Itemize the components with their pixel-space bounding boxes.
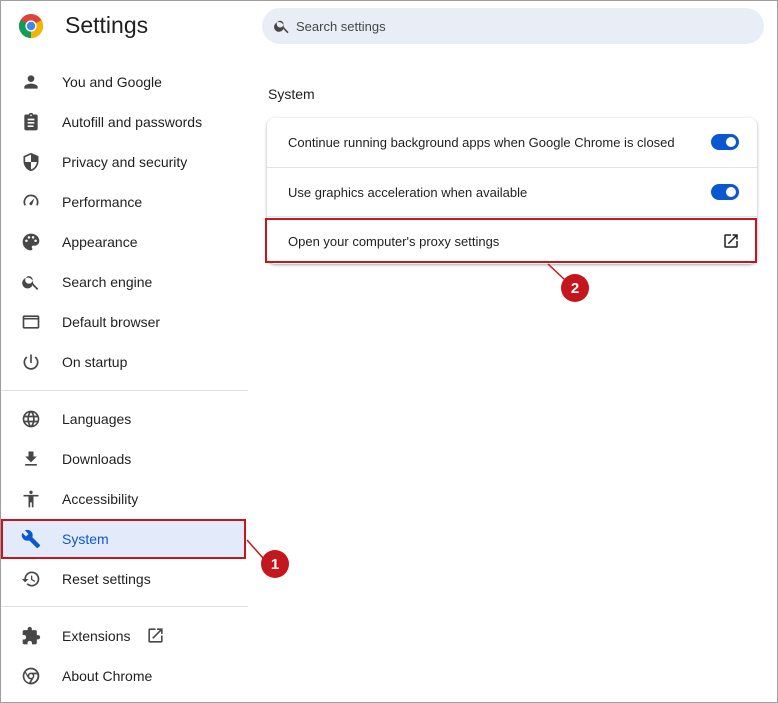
section-title: System [268, 86, 315, 102]
proxy-highlight-box [265, 218, 757, 263]
setting-row-background-apps[interactable]: Continue running background apps when Go… [267, 118, 757, 167]
toggle-knob [726, 187, 736, 197]
sidebar-item-performance[interactable]: Performance [1, 182, 246, 222]
sidebar-item-default-browser[interactable]: Default browser [1, 302, 246, 342]
sidebar-item-label: Reset settings [62, 571, 151, 587]
sidebar-item-search-engine[interactable]: Search engine [1, 262, 246, 302]
sidebar-item-on-startup[interactable]: On startup [1, 342, 246, 382]
sidebar-item-privacy[interactable]: Privacy and security [1, 142, 246, 182]
speedometer-icon [21, 192, 41, 212]
chrome-logo-icon [18, 13, 44, 39]
sidebar-item-extensions[interactable]: Extensions [1, 616, 246, 656]
sidebar-item-reset-settings[interactable]: Reset settings [1, 559, 246, 599]
puzzle-icon [21, 626, 41, 646]
person-icon [21, 72, 41, 92]
setting-row-graphics-acceleration[interactable]: Use graphics acceleration when available [267, 167, 757, 217]
toggle-knob [726, 137, 736, 147]
sidebar-item-label: Privacy and security [62, 154, 188, 170]
palette-icon [21, 232, 41, 252]
history-icon [21, 569, 41, 589]
sidebar-item-languages[interactable]: Languages [1, 399, 246, 439]
sidebar-item-system[interactable]: System [1, 519, 246, 559]
sidebar-item-appearance[interactable]: Appearance [1, 222, 246, 262]
chrome-icon [21, 666, 41, 686]
sidebar-item-about-chrome[interactable]: About Chrome [1, 656, 246, 696]
wrench-icon [21, 529, 41, 549]
annotation-badge-1: 1 [261, 550, 289, 578]
sidebar-divider [1, 606, 248, 607]
sidebar-item-label: About Chrome [62, 668, 153, 684]
sidebar-item-accessibility[interactable]: Accessibility [1, 479, 246, 519]
sidebar-item-label: You and Google [62, 74, 162, 90]
download-icon [21, 449, 41, 469]
clipboard-icon [21, 112, 41, 132]
globe-icon [21, 409, 41, 429]
sidebar-item-label: Autofill and passwords [62, 114, 203, 130]
search-input[interactable]: Search settings [296, 19, 386, 34]
accessibility-icon [21, 489, 41, 509]
sidebar-item-label: Appearance [62, 234, 138, 250]
sidebar-item-label: Search engine [62, 274, 153, 290]
browser-icon [21, 312, 41, 332]
sidebar-item-label: Performance [62, 194, 143, 210]
sidebar-item-label: Accessibility [62, 491, 139, 507]
search-bar[interactable]: Search settings [262, 8, 764, 44]
annotation-badge-2: 2 [561, 274, 589, 302]
sidebar-item-you-and-google[interactable]: You and Google [1, 62, 246, 102]
graphics-acceleration-toggle[interactable] [711, 184, 739, 200]
search-icon [273, 17, 291, 35]
setting-label: Continue running background apps when Go… [288, 135, 675, 150]
sidebar-item-label: On startup [62, 354, 128, 370]
sidebar-item-label: Extensions [62, 628, 131, 644]
sidebar-item-label: System [62, 531, 109, 547]
shield-icon [21, 152, 41, 172]
power-icon [21, 352, 41, 372]
page-title: Settings [65, 12, 149, 38]
search-icon [21, 272, 41, 292]
background-apps-toggle[interactable] [711, 134, 739, 150]
sidebar-item-downloads[interactable]: Downloads [1, 439, 246, 479]
sidebar-item-label: Downloads [62, 451, 132, 467]
sidebar-item-label: Default browser [62, 314, 161, 330]
sidebar-divider [1, 390, 248, 391]
setting-label: Use graphics acceleration when available [288, 185, 528, 200]
sidebar-item-autofill[interactable]: Autofill and passwords [1, 102, 246, 142]
open-in-new-icon [146, 626, 165, 645]
sidebar-item-label: Languages [62, 411, 132, 427]
